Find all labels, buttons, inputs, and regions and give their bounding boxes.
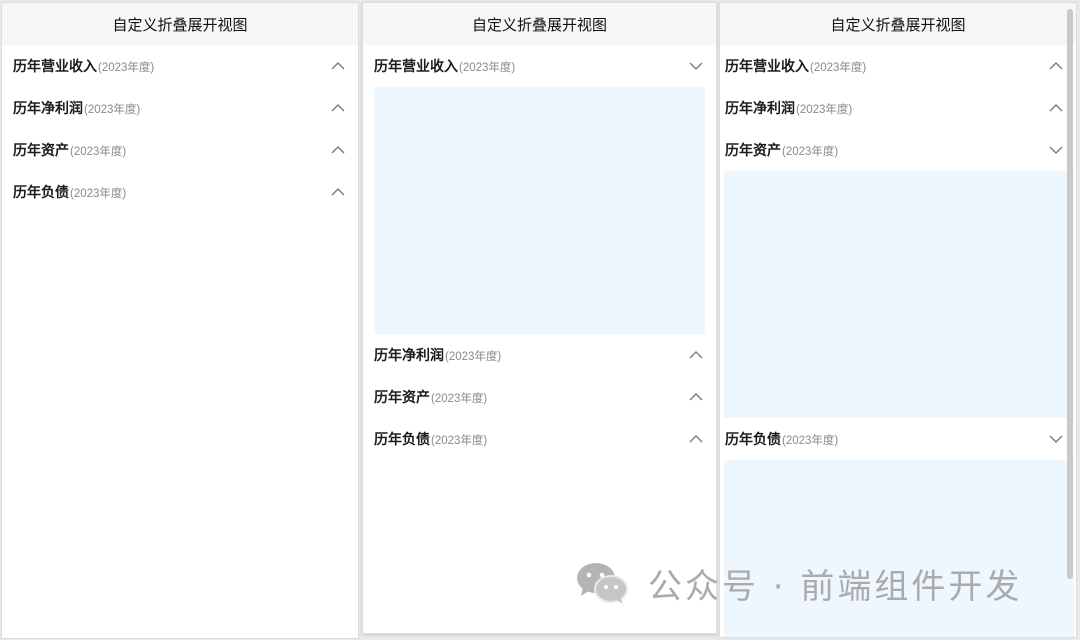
- collapse-panel-3: 自定义折叠展开视图 历年营业收入 (2023年度) 历年净利润 (2023年度) 历…: [719, 2, 1077, 638]
- section-header-net-profit[interactable]: 历年净利润 (2023年度): [363, 334, 716, 376]
- section-title: 历年净利润: [725, 101, 795, 117]
- section-subtitle: (2023年度): [459, 62, 516, 74]
- section-content-assets: [724, 171, 1074, 418]
- section-header-liabilities[interactable]: 历年负债 (2023年度): [363, 418, 716, 460]
- wechat-icon: [577, 563, 628, 604]
- section-header-net-profit[interactable]: 历年净利润 (2023年度): [720, 87, 1076, 129]
- section-subtitle: (2023年度): [431, 435, 488, 447]
- chevron-up-icon[interactable]: [1048, 60, 1064, 72]
- section-subtitle: (2023年度): [782, 435, 839, 447]
- section-subtitle: (2023年度): [782, 146, 839, 158]
- section-header-revenue[interactable]: 历年营业收入 (2023年度): [2, 45, 358, 87]
- chevron-down-icon[interactable]: [688, 60, 704, 72]
- section-title: 历年资产: [725, 143, 781, 159]
- section-title: 历年营业收入: [13, 59, 97, 75]
- watermark: 公众号 · 前端组件开发: [574, 558, 1022, 608]
- section-header-liabilities[interactable]: 历年负债 (2023年度): [720, 418, 1076, 460]
- chevron-up-icon[interactable]: [688, 349, 704, 361]
- section-subtitle: (2023年度): [70, 146, 127, 158]
- panel-title: 自定义折叠展开视图: [363, 3, 716, 45]
- section-subtitle: (2023年度): [810, 62, 867, 74]
- section-header-assets[interactable]: 历年资产 (2023年度): [720, 129, 1076, 171]
- chevron-up-icon[interactable]: [330, 60, 346, 72]
- chevron-down-icon[interactable]: [1048, 433, 1064, 445]
- section-content-revenue: [374, 87, 705, 334]
- section-subtitle: (2023年度): [796, 104, 853, 116]
- section-subtitle: (2023年度): [431, 393, 488, 405]
- section-title: 历年负债: [725, 432, 781, 448]
- section-content-liabilities: [724, 460, 1074, 637]
- section-header-net-profit[interactable]: 历年净利润 (2023年度): [2, 87, 358, 129]
- section-title: 历年营业收入: [725, 59, 809, 75]
- section-header-assets[interactable]: 历年资产 (2023年度): [2, 129, 358, 171]
- section-header-revenue[interactable]: 历年营业收入 (2023年度): [363, 45, 716, 87]
- section-subtitle: (2023年度): [445, 351, 502, 363]
- section-title: 历年资产: [374, 390, 430, 406]
- section-header-assets[interactable]: 历年资产 (2023年度): [363, 376, 716, 418]
- section-subtitle: (2023年度): [84, 104, 141, 116]
- chevron-up-icon[interactable]: [1048, 102, 1064, 114]
- section-header-revenue[interactable]: 历年营业收入 (2023年度): [720, 45, 1076, 87]
- chevron-up-icon[interactable]: [330, 144, 346, 156]
- section-title: 历年资产: [13, 143, 69, 159]
- section-header-liabilities[interactable]: 历年负债 (2023年度): [2, 171, 358, 213]
- collapse-panel-2: 自定义折叠展开视图 历年营业收入 (2023年度) 历年净利润 (2023年度) 历…: [362, 2, 717, 634]
- scrollbar[interactable]: [1067, 9, 1073, 579]
- chevron-up-icon[interactable]: [330, 186, 346, 198]
- section-title: 历年负债: [13, 185, 69, 201]
- chevron-up-icon[interactable]: [688, 433, 704, 445]
- panel-title: 自定义折叠展开视图: [2, 3, 358, 45]
- collapse-panel-1: 自定义折叠展开视图 历年营业收入 (2023年度) 历年净利润 (2023年度) 历…: [1, 2, 359, 639]
- watermark-text: 公众号 · 前端组件开发: [648, 566, 1023, 607]
- panel-title: 自定义折叠展开视图: [720, 3, 1076, 45]
- chevron-up-icon[interactable]: [330, 102, 346, 114]
- chevron-down-icon[interactable]: [1048, 144, 1064, 156]
- chevron-up-icon[interactable]: [688, 391, 704, 403]
- section-subtitle: (2023年度): [98, 62, 155, 74]
- section-title: 历年负债: [374, 432, 430, 448]
- section-title: 历年营业收入: [374, 59, 458, 75]
- section-title: 历年净利润: [374, 348, 444, 364]
- section-title: 历年净利润: [13, 101, 83, 117]
- section-subtitle: (2023年度): [70, 188, 127, 200]
